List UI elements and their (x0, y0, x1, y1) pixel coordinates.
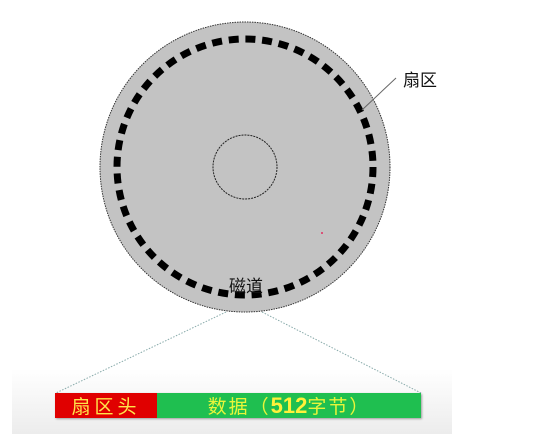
sector-data-block: 数据（ 512 字节） (157, 393, 421, 418)
sector-structure-bar: 扇区头 数据（ 512 字节） (55, 393, 421, 418)
disk-diagram (55, 21, 422, 394)
zoom-line-right (261, 311, 422, 394)
data-size: 512 (270, 392, 308, 418)
data-suffix: 字节） (307, 396, 371, 418)
data-prefix: 数据（ (207, 396, 271, 418)
sector-label: 扇区 (403, 71, 437, 91)
sector-header-block: 扇区头 (55, 393, 157, 418)
disk-platter (99, 21, 391, 313)
stray-dot (321, 232, 323, 234)
zoom-line-left (55, 311, 227, 394)
track-label: 磁道 (229, 277, 263, 297)
